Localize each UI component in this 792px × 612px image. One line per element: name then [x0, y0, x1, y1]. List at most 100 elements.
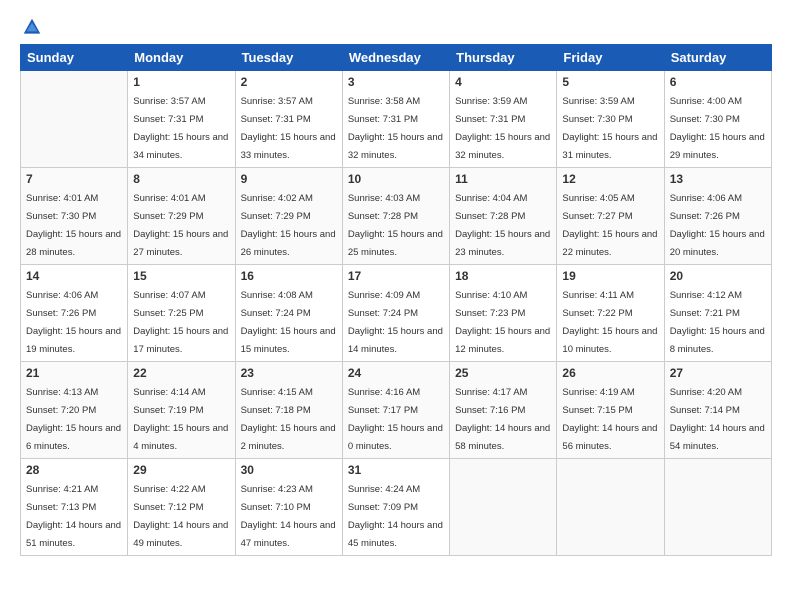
weekday-header-tuesday: Tuesday	[235, 45, 342, 71]
weekday-header-row: SundayMondayTuesdayWednesdayThursdayFrid…	[21, 45, 772, 71]
calendar-cell: 3 Sunrise: 3:58 AMSunset: 7:31 PMDayligh…	[342, 71, 449, 168]
calendar-cell: 12 Sunrise: 4:05 AMSunset: 7:27 PMDaylig…	[557, 168, 664, 265]
weekday-header-friday: Friday	[557, 45, 664, 71]
day-info: Sunrise: 4:20 AMSunset: 7:14 PMDaylight:…	[670, 387, 765, 452]
day-info: Sunrise: 3:57 AMSunset: 7:31 PMDaylight:…	[241, 96, 336, 161]
day-info: Sunrise: 4:13 AMSunset: 7:20 PMDaylight:…	[26, 387, 121, 452]
day-number: 3	[348, 75, 444, 89]
day-number: 25	[455, 366, 551, 380]
calendar-cell: 27 Sunrise: 4:20 AMSunset: 7:14 PMDaylig…	[664, 362, 771, 459]
calendar-cell: 29 Sunrise: 4:22 AMSunset: 7:12 PMDaylig…	[128, 459, 235, 556]
day-info: Sunrise: 4:01 AMSunset: 7:30 PMDaylight:…	[26, 193, 121, 258]
calendar-cell: 15 Sunrise: 4:07 AMSunset: 7:25 PMDaylig…	[128, 265, 235, 362]
day-info: Sunrise: 4:08 AMSunset: 7:24 PMDaylight:…	[241, 290, 336, 355]
calendar-week-4: 21 Sunrise: 4:13 AMSunset: 7:20 PMDaylig…	[21, 362, 772, 459]
day-number: 14	[26, 269, 122, 283]
calendar-cell: 10 Sunrise: 4:03 AMSunset: 7:28 PMDaylig…	[342, 168, 449, 265]
day-number: 4	[455, 75, 551, 89]
calendar-cell: 24 Sunrise: 4:16 AMSunset: 7:17 PMDaylig…	[342, 362, 449, 459]
day-number: 23	[241, 366, 337, 380]
calendar-cell: 2 Sunrise: 3:57 AMSunset: 7:31 PMDayligh…	[235, 71, 342, 168]
day-number: 28	[26, 463, 122, 477]
day-info: Sunrise: 4:06 AMSunset: 7:26 PMDaylight:…	[26, 290, 121, 355]
calendar-cell: 6 Sunrise: 4:00 AMSunset: 7:30 PMDayligh…	[664, 71, 771, 168]
day-info: Sunrise: 4:17 AMSunset: 7:16 PMDaylight:…	[455, 387, 550, 452]
day-number: 13	[670, 172, 766, 186]
calendar-cell: 1 Sunrise: 3:57 AMSunset: 7:31 PMDayligh…	[128, 71, 235, 168]
day-info: Sunrise: 4:09 AMSunset: 7:24 PMDaylight:…	[348, 290, 443, 355]
calendar-cell: 5 Sunrise: 3:59 AMSunset: 7:30 PMDayligh…	[557, 71, 664, 168]
day-number: 6	[670, 75, 766, 89]
calendar-cell: 30 Sunrise: 4:23 AMSunset: 7:10 PMDaylig…	[235, 459, 342, 556]
day-number: 8	[133, 172, 229, 186]
weekday-header-sunday: Sunday	[21, 45, 128, 71]
logo-icon	[21, 16, 43, 38]
day-info: Sunrise: 3:59 AMSunset: 7:30 PMDaylight:…	[562, 96, 657, 161]
day-info: Sunrise: 3:58 AMSunset: 7:31 PMDaylight:…	[348, 96, 443, 161]
calendar-cell: 19 Sunrise: 4:11 AMSunset: 7:22 PMDaylig…	[557, 265, 664, 362]
day-info: Sunrise: 4:21 AMSunset: 7:13 PMDaylight:…	[26, 484, 121, 549]
calendar-week-5: 28 Sunrise: 4:21 AMSunset: 7:13 PMDaylig…	[21, 459, 772, 556]
calendar-cell: 18 Sunrise: 4:10 AMSunset: 7:23 PMDaylig…	[450, 265, 557, 362]
page: SundayMondayTuesdayWednesdayThursdayFrid…	[0, 0, 792, 612]
calendar-table: SundayMondayTuesdayWednesdayThursdayFrid…	[20, 44, 772, 556]
day-number: 2	[241, 75, 337, 89]
day-number: 22	[133, 366, 229, 380]
day-number: 5	[562, 75, 658, 89]
header	[20, 16, 772, 34]
day-number: 18	[455, 269, 551, 283]
day-number: 21	[26, 366, 122, 380]
day-number: 15	[133, 269, 229, 283]
calendar-cell: 31 Sunrise: 4:24 AMSunset: 7:09 PMDaylig…	[342, 459, 449, 556]
calendar-cell: 28 Sunrise: 4:21 AMSunset: 7:13 PMDaylig…	[21, 459, 128, 556]
calendar-cell: 20 Sunrise: 4:12 AMSunset: 7:21 PMDaylig…	[664, 265, 771, 362]
calendar-cell: 25 Sunrise: 4:17 AMSunset: 7:16 PMDaylig…	[450, 362, 557, 459]
day-number: 24	[348, 366, 444, 380]
day-info: Sunrise: 4:23 AMSunset: 7:10 PMDaylight:…	[241, 484, 336, 549]
day-number: 12	[562, 172, 658, 186]
day-info: Sunrise: 4:03 AMSunset: 7:28 PMDaylight:…	[348, 193, 443, 258]
day-info: Sunrise: 4:15 AMSunset: 7:18 PMDaylight:…	[241, 387, 336, 452]
day-number: 11	[455, 172, 551, 186]
calendar-cell: 23 Sunrise: 4:15 AMSunset: 7:18 PMDaylig…	[235, 362, 342, 459]
day-info: Sunrise: 4:16 AMSunset: 7:17 PMDaylight:…	[348, 387, 443, 452]
calendar-cell: 17 Sunrise: 4:09 AMSunset: 7:24 PMDaylig…	[342, 265, 449, 362]
weekday-header-monday: Monday	[128, 45, 235, 71]
day-info: Sunrise: 4:10 AMSunset: 7:23 PMDaylight:…	[455, 290, 550, 355]
day-number: 10	[348, 172, 444, 186]
calendar-cell: 4 Sunrise: 3:59 AMSunset: 7:31 PMDayligh…	[450, 71, 557, 168]
calendar-cell: 9 Sunrise: 4:02 AMSunset: 7:29 PMDayligh…	[235, 168, 342, 265]
day-info: Sunrise: 4:19 AMSunset: 7:15 PMDaylight:…	[562, 387, 657, 452]
day-info: Sunrise: 3:59 AMSunset: 7:31 PMDaylight:…	[455, 96, 550, 161]
calendar-cell: 26 Sunrise: 4:19 AMSunset: 7:15 PMDaylig…	[557, 362, 664, 459]
calendar-cell: 14 Sunrise: 4:06 AMSunset: 7:26 PMDaylig…	[21, 265, 128, 362]
calendar-cell: 21 Sunrise: 4:13 AMSunset: 7:20 PMDaylig…	[21, 362, 128, 459]
day-number: 7	[26, 172, 122, 186]
day-info: Sunrise: 4:07 AMSunset: 7:25 PMDaylight:…	[133, 290, 228, 355]
day-info: Sunrise: 4:24 AMSunset: 7:09 PMDaylight:…	[348, 484, 443, 549]
day-number: 1	[133, 75, 229, 89]
day-number: 29	[133, 463, 229, 477]
calendar-week-3: 14 Sunrise: 4:06 AMSunset: 7:26 PMDaylig…	[21, 265, 772, 362]
day-number: 30	[241, 463, 337, 477]
day-number: 17	[348, 269, 444, 283]
day-number: 27	[670, 366, 766, 380]
calendar-cell: 16 Sunrise: 4:08 AMSunset: 7:24 PMDaylig…	[235, 265, 342, 362]
day-number: 20	[670, 269, 766, 283]
calendar-cell	[557, 459, 664, 556]
weekday-header-saturday: Saturday	[664, 45, 771, 71]
day-number: 19	[562, 269, 658, 283]
calendar-week-2: 7 Sunrise: 4:01 AMSunset: 7:30 PMDayligh…	[21, 168, 772, 265]
day-info: Sunrise: 4:06 AMSunset: 7:26 PMDaylight:…	[670, 193, 765, 258]
calendar-cell	[450, 459, 557, 556]
calendar-cell	[21, 71, 128, 168]
calendar-cell: 22 Sunrise: 4:14 AMSunset: 7:19 PMDaylig…	[128, 362, 235, 459]
day-number: 26	[562, 366, 658, 380]
logo	[20, 16, 44, 34]
weekday-header-wednesday: Wednesday	[342, 45, 449, 71]
day-info: Sunrise: 4:05 AMSunset: 7:27 PMDaylight:…	[562, 193, 657, 258]
day-number: 16	[241, 269, 337, 283]
day-info: Sunrise: 4:00 AMSunset: 7:30 PMDaylight:…	[670, 96, 765, 161]
day-info: Sunrise: 4:22 AMSunset: 7:12 PMDaylight:…	[133, 484, 228, 549]
calendar-cell: 7 Sunrise: 4:01 AMSunset: 7:30 PMDayligh…	[21, 168, 128, 265]
